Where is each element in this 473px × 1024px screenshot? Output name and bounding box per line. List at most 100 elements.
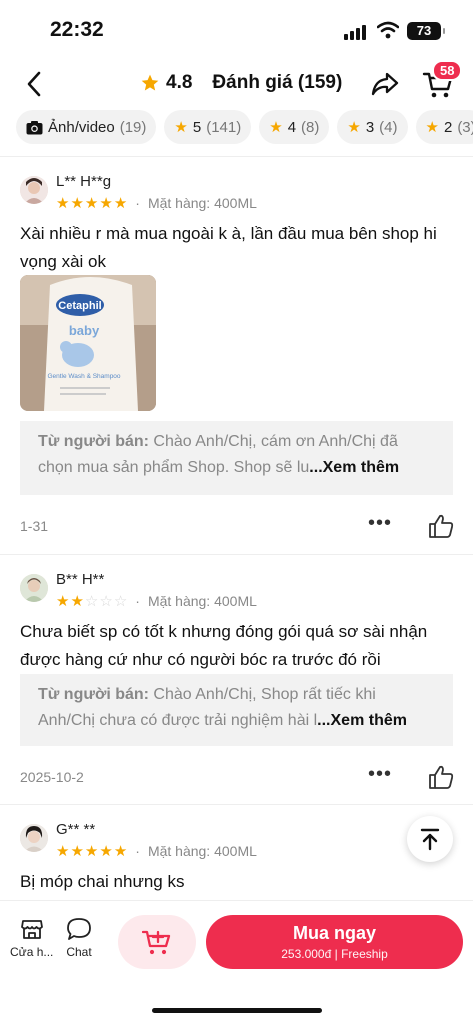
rating-value: 4.8 xyxy=(166,72,193,93)
star-icon xyxy=(141,74,159,91)
chat-icon xyxy=(67,918,91,940)
filter-bar: Ảnh/video (19) ★ 5 (141) ★ 4 (8) ★ 3 (4)… xyxy=(16,110,473,144)
scroll-to-top-button[interactable] xyxy=(407,816,453,862)
back-arrow-icon[interactable] xyxy=(22,70,48,98)
filter-chip-3-star[interactable]: ★ 3 (4) xyxy=(337,110,408,144)
page-title: 4.8 Đánh giá (159) xyxy=(140,72,342,94)
chip-label: 5 xyxy=(192,118,202,136)
like-icon[interactable] xyxy=(428,764,454,790)
like-icon[interactable] xyxy=(428,513,454,539)
star-icon: ★ xyxy=(70,592,84,610)
price-line: 253.000đ | Freeship xyxy=(281,947,388,961)
reviewer-name: B** H** xyxy=(56,571,105,588)
review-date: 1-31 xyxy=(20,518,49,534)
star-rating: ★ ★ ★ ★ ★ xyxy=(56,196,127,211)
price: 253.000đ xyxy=(281,947,332,961)
avatar[interactable] xyxy=(20,574,48,602)
reviewer-name: L** H**g xyxy=(56,173,112,190)
review-photo[interactable]: Cetaphil baby Gentle Wash & Shampoo xyxy=(20,275,156,411)
filter-chip-5-star[interactable]: ★ 5 (141) xyxy=(164,110,252,144)
chip-label: 2 xyxy=(443,118,453,136)
star-icon: ☆ xyxy=(84,592,99,610)
star-icon: ★ xyxy=(70,194,84,212)
chip-count: (4) xyxy=(379,118,398,136)
rating-line: ★ ★ ★ ★ ★ · Mặt hàng: 400ML xyxy=(56,843,257,859)
battery-icon: 73 xyxy=(407,22,445,40)
star-icon: ☆ xyxy=(113,592,128,610)
star-icon: ★ xyxy=(84,194,99,212)
status-time: 22:32 xyxy=(50,18,104,41)
separator-dot: · xyxy=(135,195,140,211)
rating-line: ★ ★ ☆ ☆ ☆ · Mặt hàng: 400ML xyxy=(56,593,257,609)
star-icon: ★ xyxy=(56,842,70,860)
star-icon: ★ xyxy=(56,194,70,212)
star-icon: ★ xyxy=(269,119,283,136)
home-indicator xyxy=(152,1008,322,1013)
separator-dot: · xyxy=(135,843,140,859)
wifi-icon xyxy=(377,21,399,39)
seller-reply-label: Từ người bán: xyxy=(38,686,149,703)
star-icon: ★ xyxy=(84,842,99,860)
separator-dot: · xyxy=(135,593,140,609)
signal-icon xyxy=(344,24,368,40)
see-more-link[interactable]: ...Xem thêm xyxy=(317,712,407,729)
star-icon: ★ xyxy=(99,194,113,212)
rating-line: ★ ★ ★ ★ ★ · Mặt hàng: 400ML xyxy=(56,195,257,211)
shop-button[interactable]: Cửa h... xyxy=(10,917,53,959)
avatar[interactable] xyxy=(20,824,48,852)
star-icon: ★ xyxy=(425,119,439,136)
star-icon: ☆ xyxy=(99,592,113,610)
status-bar: 22:32 73 xyxy=(0,0,473,60)
shop-label: Cửa h... xyxy=(10,945,54,959)
chat-button[interactable]: Chat xyxy=(66,917,92,959)
shipping-label: Freeship xyxy=(341,947,388,961)
chip-count: (8) xyxy=(301,118,320,136)
review-text: Bị móp chai nhưng ks xyxy=(20,872,185,891)
seller-reply: Từ người bán: Chào Anh/Chị, cám ơn Anh/C… xyxy=(20,421,453,495)
review-item: L** H**g ★ ★ ★ ★ ★ · Mặt hàng: 400ML Xài nhi… xyxy=(0,156,473,554)
star-icon: ★ xyxy=(56,592,70,610)
add-to-cart-button[interactable] xyxy=(118,915,196,969)
reviewer-name: G** ** xyxy=(56,821,96,838)
star-rating: ★ ★ ☆ ☆ ☆ xyxy=(56,594,127,609)
chip-label: 4 xyxy=(287,118,297,136)
header: 4.8 Đánh giá (159) 58 xyxy=(0,60,473,108)
star-icon: ★ xyxy=(347,119,361,136)
chat-label: Chat xyxy=(66,945,92,959)
star-icon: ★ xyxy=(113,194,128,212)
share-icon[interactable] xyxy=(370,70,400,98)
star-icon: ★ xyxy=(113,842,128,860)
more-options-icon[interactable]: ••• xyxy=(368,763,392,786)
filter-chip-4-star[interactable]: ★ 4 (8) xyxy=(259,110,330,144)
cart-plus-icon xyxy=(142,930,171,955)
chip-label: Ảnh/video xyxy=(48,118,115,136)
filter-chip-2-star[interactable]: ★ 2 (3) xyxy=(415,110,473,144)
variant-label: Mặt hàng: 400ML xyxy=(147,843,257,859)
buy-now-label: Mua ngay xyxy=(292,923,376,943)
star-icon: ★ xyxy=(174,119,188,136)
photo-sub-text: baby xyxy=(69,323,100,338)
filter-chip-media[interactable]: Ảnh/video (19) xyxy=(16,110,157,144)
review-text: Chưa biết sp có tốt k nhưng đóng gói quá… xyxy=(20,622,428,669)
seller-reply: Từ người bán: Chào Anh/Chị, Shop rất tiế… xyxy=(20,674,453,746)
star-rating: ★ ★ ★ ★ ★ xyxy=(56,844,127,859)
variant-label: Mặt hàng: 400ML xyxy=(147,195,257,211)
variant-label: Mặt hàng: 400ML xyxy=(147,593,257,609)
review-text: Xài nhiều r mà mua ngoài k à, lần đầu mu… xyxy=(20,224,437,271)
rating-title: Đánh giá (159) xyxy=(212,72,343,93)
buy-now-button[interactable]: Mua ngay 253.000đ | Freeship xyxy=(206,915,463,969)
avatar[interactable] xyxy=(20,176,48,204)
more-options-icon[interactable]: ••• xyxy=(368,512,392,535)
review-item: G** ** ★ ★ ★ ★ ★ · Mặt hàng: 400ML Bị móp ch… xyxy=(0,804,473,900)
seller-reply-label: Từ người bán: xyxy=(38,433,149,450)
photo-brand-text: Cetaphil xyxy=(58,300,101,312)
review-item: B** H** ★ ★ ☆ ☆ ☆ · Mặt hàng: 400ML Chưa biế… xyxy=(0,554,473,804)
photo-caption-text: Gentle Wash & Shampoo xyxy=(47,373,120,380)
chip-label: 3 xyxy=(365,118,375,136)
shop-icon xyxy=(20,920,43,939)
chip-count: (141) xyxy=(206,118,242,136)
see-more-link[interactable]: ...Xem thêm xyxy=(309,459,399,476)
star-icon: ★ xyxy=(99,842,113,860)
bottom-action-bar: Cửa h... Chat Mua ngay 253.000đ | Freesh… xyxy=(0,900,473,1024)
arrow-up-icon xyxy=(420,828,440,851)
